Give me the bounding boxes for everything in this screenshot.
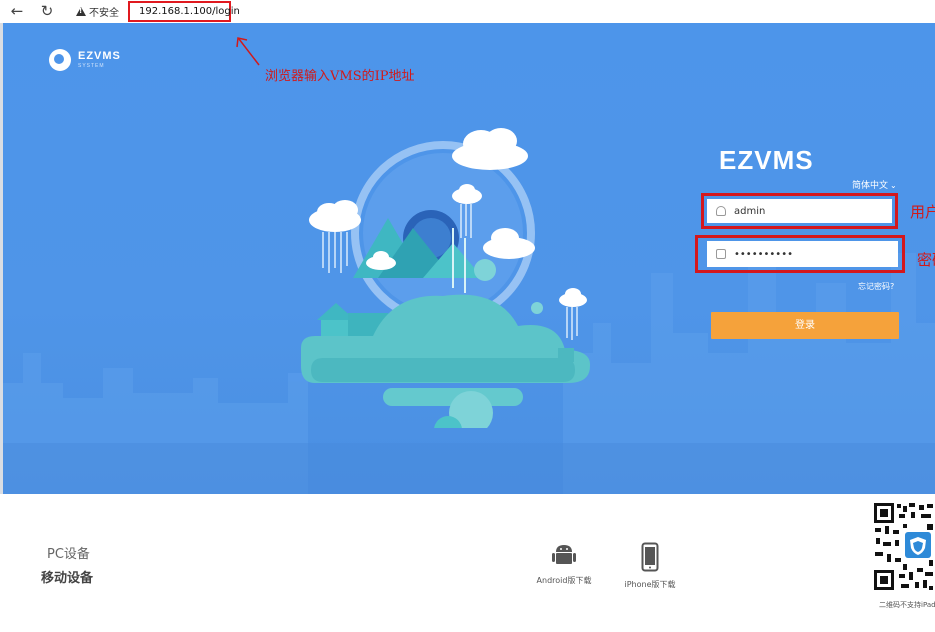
security-indicator[interactable]: 不安全 (76, 4, 119, 19)
app-logo: EZVMS SYSTEM (49, 49, 121, 71)
download-footer: PC设备 移动设备 Android版下载 iPhone版下载 二维码不支持iPa… (0, 494, 935, 632)
logo-name: EZVMS (78, 50, 121, 62)
qr-code-caption: 二维码不支持iPad (879, 601, 935, 609)
android-download[interactable]: Android版下载 (524, 542, 604, 586)
address-bar[interactable]: 192.168.1.100/login (128, 1, 240, 22)
reload-icon[interactable]: ↻ (38, 2, 56, 20)
username-annotation: 用户 (910, 203, 935, 221)
weather-landscape-illustration (301, 128, 591, 428)
android-icon (552, 545, 576, 564)
password-input[interactable]: •••••••••• (707, 241, 898, 267)
iphone-download-label: iPhone版下载 (624, 580, 676, 589)
logo-icon (49, 49, 71, 71)
language-selector[interactable]: 简体中文 ⌄ (852, 178, 897, 191)
password-annotation: 密码 (917, 251, 935, 269)
browser-toolbar: ← ↻ 不安全 192.168.1.100/login (0, 0, 935, 23)
password-value: •••••••••• (734, 248, 793, 260)
username-value: admin (734, 205, 766, 217)
lock-icon (716, 249, 726, 259)
forgot-password-link[interactable]: 忘记密码? (858, 281, 894, 292)
qr-code-image (873, 502, 935, 592)
pc-device-label[interactable]: PC设备 (47, 543, 90, 562)
address-annotation: 浏览器输入VMS的IP地址 (265, 69, 415, 84)
annotation-arrow-icon (236, 37, 260, 66)
language-label: 简体中文 (852, 181, 889, 191)
user-icon (716, 206, 726, 216)
login-button[interactable]: 登录 (711, 312, 899, 339)
logo-subtitle: SYSTEM (78, 63, 105, 69)
chevron-down-icon: ⌄ (890, 181, 897, 190)
login-hero: EZVMS SYSTEM 浏览器输入VMS的IP地址 EZVMS 简体中文 ⌄ … (0, 23, 935, 494)
iphone-icon (641, 542, 659, 572)
username-input[interactable]: admin (707, 199, 892, 223)
arrow-left-icon[interactable]: ← (8, 2, 26, 20)
security-text: 不安全 (89, 8, 119, 19)
mobile-device-label[interactable]: 移动设备 (41, 567, 93, 586)
android-download-label: Android版下载 (536, 576, 592, 585)
warning-icon (76, 7, 86, 16)
login-brand-title: EZVMS (719, 145, 814, 175)
iphone-download[interactable]: iPhone版下载 (610, 542, 690, 590)
